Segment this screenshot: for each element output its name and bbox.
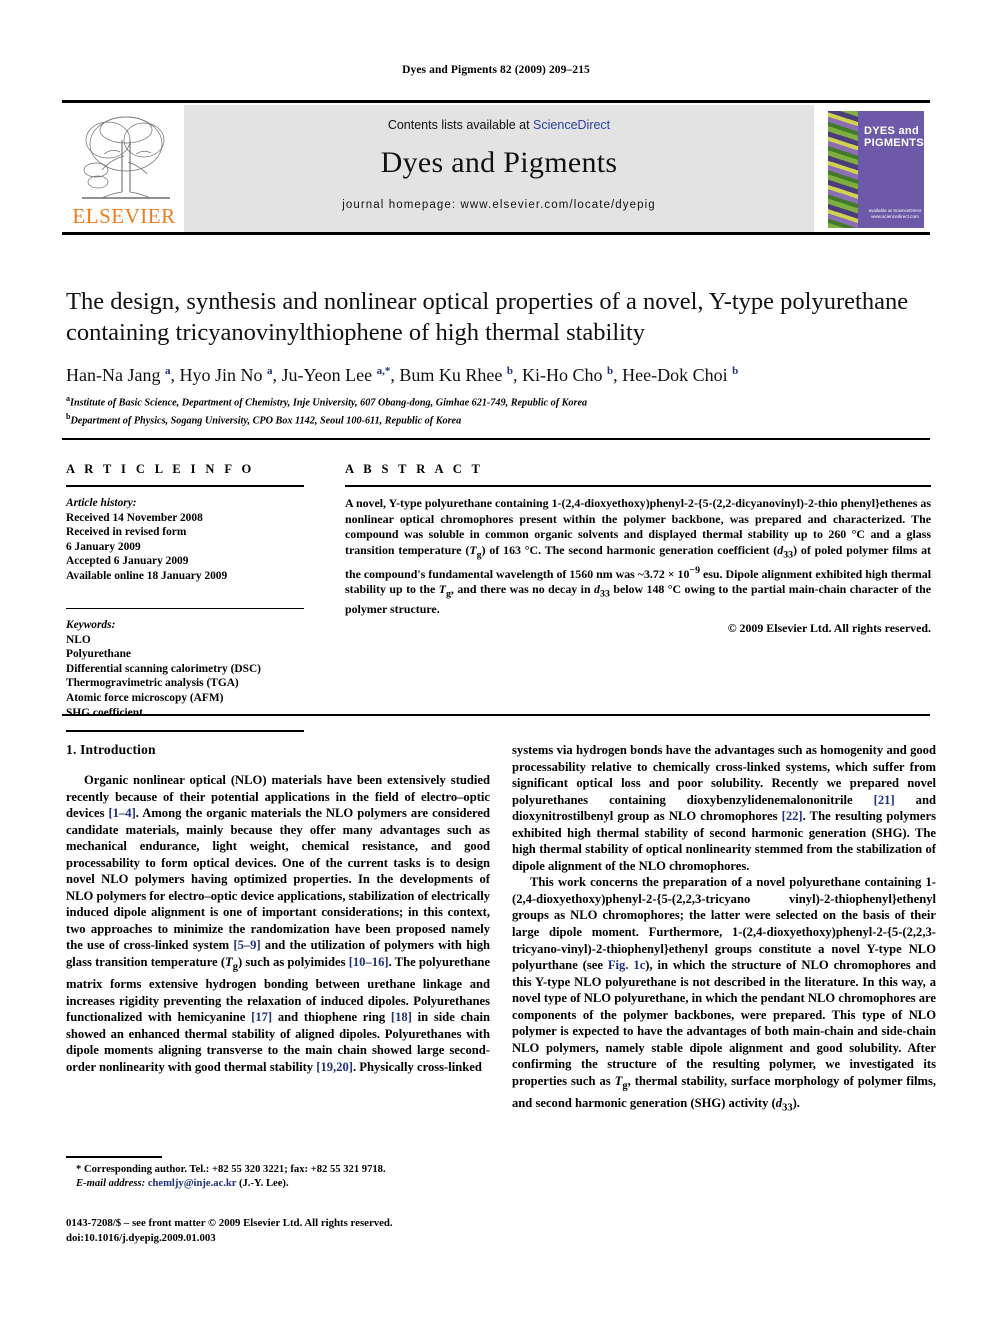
elsevier-wordmark: ELSEVIER <box>72 204 176 228</box>
article-history: Article history: Received 14 November 20… <box>66 496 304 584</box>
running-head: Dyes and Pigments 82 (2009) 209–215 <box>402 64 590 76</box>
issn-copyright-block: 0143-7208/$ – see front matter © 2009 El… <box>66 1216 490 1245</box>
abstract-text: A novel, Y-type polyurethane containing … <box>345 496 931 617</box>
contents-prefix: Contents lists available at <box>387 118 534 132</box>
journal-masthead: ELSEVIER Contents lists available at Sci… <box>62 100 930 235</box>
journal-cover-thumbnail: DYES and PIGMENTS available at ScienceDi… <box>826 108 926 230</box>
history-item: 6 January 2009 <box>66 540 141 553</box>
journal-cover-inner: DYES and PIGMENTS available at ScienceDi… <box>828 111 924 228</box>
body-paragraph: This work concerns the preparation of a … <box>512 875 937 1114</box>
affiliation-b: bDepartment of Physics, Sogang Universit… <box>66 411 462 427</box>
email-link[interactable]: chemljy@inje.ac.kr <box>148 1178 237 1189</box>
article-info-rule-middle <box>66 607 304 610</box>
sciencedirect-link[interactable]: ScienceDirect <box>533 118 610 132</box>
keyword-item: NLO <box>66 633 91 646</box>
contents-list-line: Contents lists available at ScienceDirec… <box>184 118 814 132</box>
abstract-copyright: © 2009 Elsevier Ltd. All rights reserved… <box>727 620 931 635</box>
corresponding-author-footnote: * Corresponding author. Tel.: +82 55 320… <box>66 1163 490 1191</box>
keyword-item: Differential scanning calorimetry (DSC) <box>66 662 261 675</box>
body-column-right: systems via hydrogen bonds have the adva… <box>512 742 936 1117</box>
abstract-rule <box>345 485 931 487</box>
body-column-left: 1. Introduction Organic nonlinear optica… <box>66 742 490 1075</box>
article-page: Dyes and Pigments 82 (2009) 209–215 ELSE… <box>0 0 992 1323</box>
email-line: E-mail address: chemljy@inje.ac.kr (J.-Y… <box>66 1177 490 1191</box>
affiliation-list: aInstitute of Basic Science, Department … <box>66 392 932 428</box>
corresponding-author-line: * Corresponding author. Tel.: +82 55 320… <box>76 1164 386 1175</box>
title-section-rule <box>62 438 930 440</box>
footnote-rule <box>66 1156 162 1158</box>
history-item: Accepted 6 January 2009 <box>66 555 189 568</box>
keyword-item: Polyurethane <box>66 648 131 661</box>
journal-homepage-link[interactable]: journal homepage: www.elsevier.com/locat… <box>184 199 814 211</box>
abstract-section-rule <box>62 714 930 716</box>
masthead-bottom-rule <box>62 232 930 235</box>
history-item: Available online 18 January 2009 <box>66 569 228 582</box>
history-item: Received in revised form <box>66 526 187 539</box>
history-item: Received 14 November 2008 <box>66 511 203 524</box>
journal-title: Dyes and Pigments <box>380 146 618 179</box>
elsevier-tree-icon <box>82 116 170 199</box>
masthead-center: Contents lists available at ScienceDirec… <box>184 105 814 232</box>
abstract-heading: A B S T R A C T <box>345 462 484 476</box>
section-heading-introduction: 1. Introduction <box>66 742 156 757</box>
article-info-block: A R T I C L E I N F O Article history: R… <box>66 462 304 741</box>
masthead-top-rule <box>62 100 930 103</box>
doi-line[interactable]: doi:10.1016/j.dyepig.2009.01.003 <box>66 1231 490 1246</box>
journal-cover-artwork <box>828 111 858 228</box>
journal-cover-sciencedirect-mark: available at ScienceDirect www.sciencedi… <box>868 208 922 219</box>
keyword-list: Keywords: NLO Polyurethane Differential … <box>66 618 304 720</box>
author-list: Han-Na Jang a, Hyo Jin No a, Ju-Yeon Lee… <box>66 365 739 385</box>
page-title: The design, synthesis and nonlinear opti… <box>66 288 909 346</box>
issn-line: 0143-7208/$ – see front matter © 2009 El… <box>66 1217 393 1229</box>
article-info-heading: A R T I C L E I N F O <box>66 462 255 476</box>
email-owner: (J.-Y. Lee). <box>238 1178 289 1189</box>
keyword-item: Thermogravimetric analysis (TGA) <box>66 677 239 690</box>
body-paragraph: Organic nonlinear optical (NLO) material… <box>66 773 491 1074</box>
abstract-block: A B S T R A C T A novel, Y-type polyuret… <box>345 462 931 636</box>
affiliation-a: aInstitute of Basic Science, Department … <box>66 394 588 409</box>
article-info-rule-top <box>66 485 304 487</box>
article-history-label: Article history: <box>66 497 137 509</box>
email-label: E-mail address: <box>76 1178 146 1189</box>
keyword-item: Atomic force microscopy (AFM) <box>66 692 224 705</box>
elsevier-logo: ELSEVIER <box>68 108 180 230</box>
article-info-rule-bottom <box>66 730 304 732</box>
body-paragraph: systems via hydrogen bonds have the adva… <box>512 743 936 873</box>
keywords-label: Keywords: <box>66 619 116 632</box>
journal-cover-title: DYES and PIGMENTS <box>864 125 924 149</box>
keyword-item: SHG coefficient <box>66 706 143 719</box>
